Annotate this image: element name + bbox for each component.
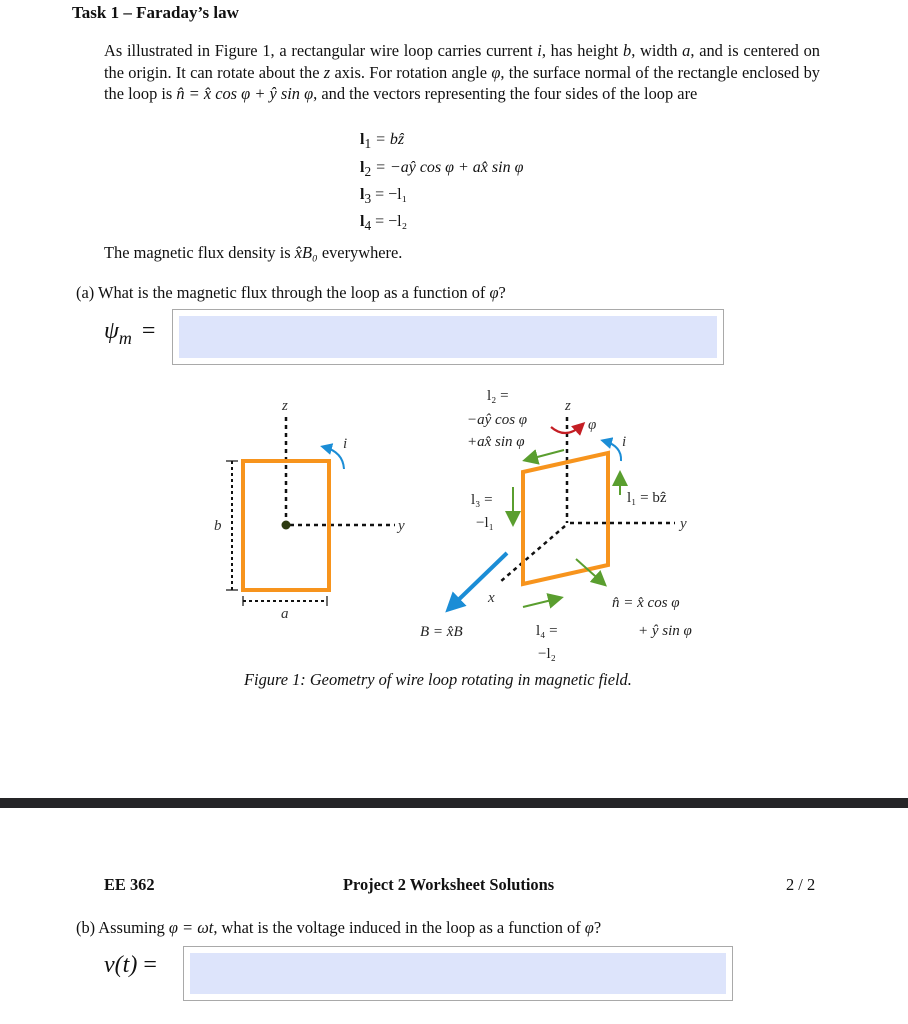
eq-rhs: = −l₁ [375, 186, 408, 203]
answer-b-box[interactable] [183, 946, 733, 1001]
l2-vector-arrow [522, 449, 565, 465]
page-separator [0, 798, 908, 808]
l1-label: l₁ = bẑ [627, 490, 667, 506]
question-b: (b) Assuming φ = ωt, what is the voltage… [76, 918, 601, 938]
page-number: 2 / 2 [786, 875, 816, 894]
front-view: z y i b a [214, 398, 405, 622]
intro-text: , has height [541, 41, 623, 60]
l4-label-line2: −l₂ [538, 646, 556, 662]
intro-text: axis. For rotation angle [330, 62, 492, 82]
y-axis-label: y [678, 516, 687, 532]
equation-l3: l3 = −l₁ [360, 186, 407, 207]
psi-symbol: ψ [104, 318, 119, 344]
l3-label-line1: l₃ = [471, 492, 493, 508]
b-field-label: B = x̂B [420, 624, 463, 640]
question-text: (a) What is the magnetic flux through th… [76, 283, 490, 302]
b-field-arrow [445, 551, 509, 613]
eq-sub: 1 [364, 136, 372, 152]
question-text: ? [593, 918, 602, 937]
x-axis [499, 525, 566, 583]
phi-label: φ [588, 417, 596, 433]
answer-a-box[interactable] [172, 309, 724, 365]
var-b: b [623, 41, 632, 60]
z-axis-label: z [281, 398, 288, 414]
intro-text: As illustrated in Figure 1, a rectangula… [104, 41, 538, 60]
question-text: (b) Assuming [76, 918, 169, 937]
eq-rhs: = −l₂ [375, 213, 408, 230]
course-code: EE 362 [104, 875, 155, 894]
answer-b-input[interactable] [190, 953, 726, 994]
equals-sign: = [143, 952, 157, 978]
question-text: ? [498, 283, 506, 302]
equation-l4: l4 = −l₂ [360, 213, 407, 234]
worksheet-title: Project 2 Worksheet Solutions [343, 875, 555, 894]
l2-label-line1: l₂ = [487, 388, 509, 404]
equation-l1: l1 = bẑ [360, 131, 404, 152]
l4-label-line1: l₄ = [536, 623, 558, 639]
equals-sign: = [141, 318, 156, 344]
current-label: i [343, 436, 347, 452]
current-label: i [622, 434, 626, 450]
normal-expression: n̂ = x̂ cos φ + ŷ sin φ [176, 84, 314, 103]
eq-sub: 4 [364, 218, 372, 234]
x-axis-label: x [487, 590, 495, 606]
l2-label-line2: −aŷ cos φ [467, 412, 527, 428]
normal-label-line1: n̂ = x̂ cos φ [612, 595, 680, 611]
figure-1: z y i b a z y x φ i l₂ = −aŷ cos φ +ax̂ … [0, 380, 908, 670]
l3-label-line2: −l₁ [476, 515, 494, 531]
eq-rhs: = −aŷ cos φ + ax̂ sin φ [375, 159, 524, 176]
z-axis-label: z [564, 398, 571, 414]
var-phi: φ [489, 283, 499, 302]
normal-label-line2: + ŷ sin φ [638, 623, 692, 639]
a-label: a [281, 606, 289, 622]
phi-omega-t: φ = ωt [168, 918, 214, 937]
origin-dot [281, 520, 291, 530]
l2-label-line3: +ax̂ sin φ [467, 434, 525, 450]
b-label: b [214, 518, 222, 534]
flux-statement: The magnetic flux density is x̂B₀ everyw… [104, 243, 402, 263]
psi-subscript: m [118, 327, 132, 348]
intro-text: , width [631, 41, 683, 60]
answer-a-input[interactable] [179, 316, 717, 358]
figure-svg: z y i b a z y x φ i l₂ = −aŷ cos φ +ax̂ … [214, 388, 692, 662]
y-axis-label: y [396, 518, 405, 534]
perspective-view: z y x φ i l₂ = −aŷ cos φ +ax̂ sin φ l₃ =… [420, 388, 692, 662]
answer-b-label: v(t) = [104, 952, 157, 979]
flux-expression: x̂B₀ [294, 243, 318, 262]
question-text: , what is the voltage induced in the loo… [213, 918, 585, 937]
var-phi: φ [584, 918, 594, 937]
eq-rhs: = bẑ [375, 131, 405, 148]
intro-text: , and the vectors representing the four … [313, 84, 698, 103]
task-title: Task 1 – Faraday’s law [72, 3, 239, 22]
eq-sub: 2 [364, 164, 372, 180]
voltage-symbol: v(t) [104, 952, 138, 978]
eq-sub: 3 [364, 191, 372, 207]
flux-text: The magnetic flux density is [104, 243, 295, 262]
l4-vector-arrow [522, 593, 564, 609]
question-a: (a) What is the magnetic flux through th… [76, 283, 506, 303]
answer-a-label: ψm = [104, 318, 155, 349]
equation-l2: l2 = −aŷ cos φ + ax̂ sin φ [360, 159, 523, 180]
loop-rotated [521, 450, 610, 587]
flux-text: everywhere. [317, 243, 403, 262]
figure-caption: Figure 1: Geometry of wire loop rotating… [244, 670, 632, 689]
intro-paragraph: As illustrated in Figure 1, a rectangula… [104, 40, 820, 105]
